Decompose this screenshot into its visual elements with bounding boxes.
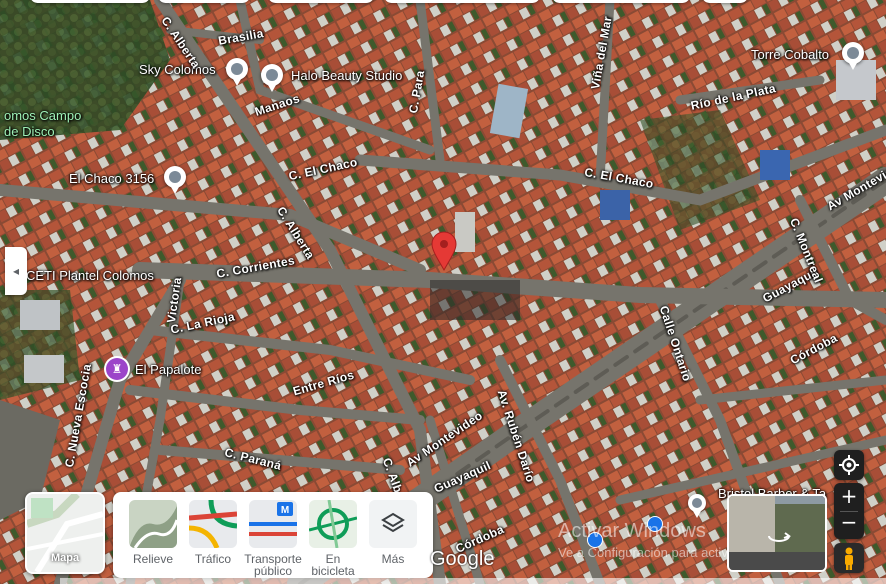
poi-label[interactable]: El Chaco 3156	[69, 171, 154, 186]
poi-label[interactable]: Sky Colomos	[139, 62, 216, 77]
svg-text:M: M	[281, 505, 289, 516]
poi-label[interactable]: El Papalote	[135, 362, 202, 377]
traffic-icon	[189, 500, 237, 548]
my-location-button[interactable]	[834, 450, 864, 480]
chevron-left-icon: ◂	[12, 264, 20, 278]
terrain-icon	[129, 500, 177, 548]
filter-chip[interactable]	[268, 0, 374, 3]
poi-label[interactable]: CETI Plantel Colomos	[26, 268, 154, 283]
transit-icon: M	[249, 500, 297, 548]
filter-chip[interactable]	[384, 0, 540, 3]
filter-chip[interactable]	[158, 0, 250, 3]
layer-terrain-button[interactable]: Relieve	[123, 500, 183, 565]
my-location-icon	[839, 455, 859, 475]
attribution-bar	[60, 578, 886, 584]
layer-bicycle-button[interactable]: En bicicleta	[303, 500, 363, 577]
zoom-out-button[interactable]: −	[834, 510, 864, 534]
zoom-control: + −	[834, 483, 864, 539]
pegman-icon	[845, 547, 853, 570]
activation-watermark-title: Activar Windows	[558, 520, 706, 542]
layer-transit-button[interactable]: M Transporte público	[243, 500, 303, 577]
poi-label[interactable]: Halo Beauty Studio	[291, 68, 402, 83]
map-type-label: Mapa	[50, 552, 80, 564]
poi-label[interactable]: omos Campo de Disco	[4, 108, 90, 140]
filter-chip[interactable]	[702, 0, 748, 3]
filter-chip[interactable]	[552, 0, 690, 3]
poi-pin-icon[interactable]	[226, 58, 248, 86]
filter-chip[interactable]	[30, 0, 150, 3]
bicycle-icon	[309, 500, 357, 548]
layer-more-button[interactable]: Más	[363, 500, 423, 565]
poi-pin-icon[interactable]	[842, 42, 864, 70]
zoom-in-button[interactable]: +	[834, 484, 864, 508]
street-view-thumbnail[interactable]	[727, 494, 827, 572]
layer-traffic-button[interactable]: Tráfico	[183, 500, 243, 565]
street-view-preview-icon	[729, 496, 825, 570]
poi-pin-icon[interactable]	[164, 166, 186, 194]
poi-label[interactable]: Torre Cobalto	[751, 47, 829, 62]
collapse-panel-button[interactable]: ◂	[5, 247, 27, 295]
google-logo: Google	[430, 548, 495, 570]
poi-pin-icon[interactable]	[261, 64, 283, 92]
pegman-button[interactable]	[834, 543, 864, 573]
layers-panel: Relieve Tráfico M Transporte público En …	[113, 492, 433, 578]
poi-pin-icon[interactable]	[688, 494, 706, 518]
layers-icon	[369, 500, 417, 548]
landmark-pin-icon[interactable]: ♜	[106, 358, 128, 380]
map-type-button[interactable]: Mapa	[25, 492, 105, 574]
